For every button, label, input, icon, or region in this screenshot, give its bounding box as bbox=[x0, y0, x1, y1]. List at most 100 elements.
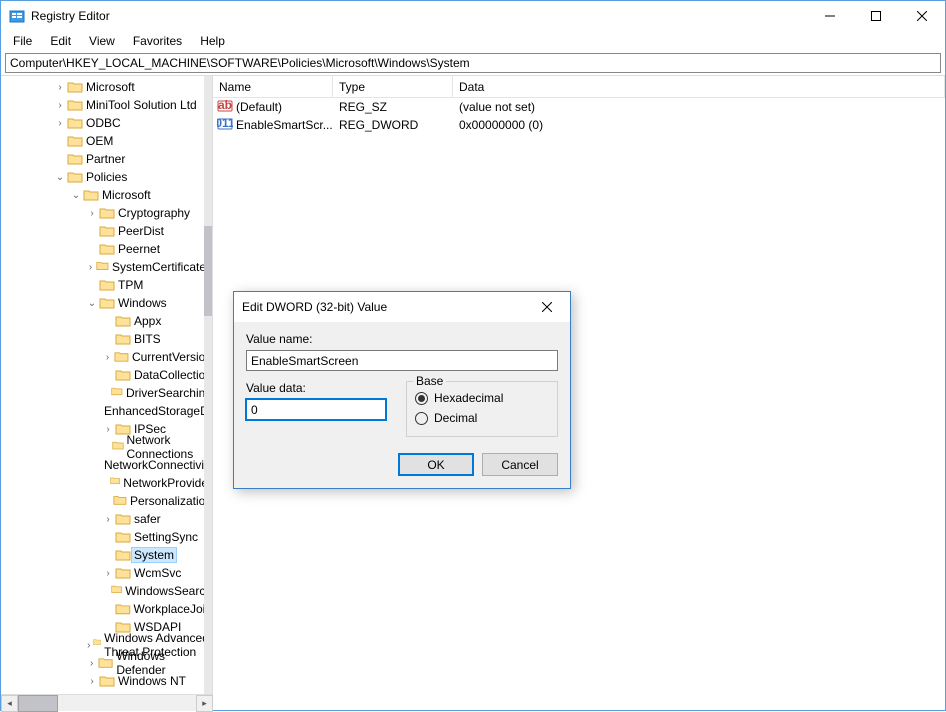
close-button[interactable] bbox=[899, 1, 945, 31]
value-row[interactable]: 011EnableSmartScr...REG_DWORD0x00000000 … bbox=[213, 116, 945, 134]
maximize-button[interactable] bbox=[853, 1, 899, 31]
radio-hexadecimal[interactable]: Hexadecimal bbox=[415, 388, 549, 408]
horizontal-scrollbar[interactable]: ◂ ▸ bbox=[1, 694, 213, 711]
tree-item[interactable]: OEM bbox=[1, 132, 212, 150]
tree-pane[interactable]: ›Microsoft›MiniTool Solution Ltd›ODBCOEM… bbox=[1, 76, 213, 694]
tree-item[interactable]: Personalization bbox=[1, 492, 212, 510]
menu-help[interactable]: Help bbox=[192, 32, 233, 50]
tree-scrollbar[interactable] bbox=[204, 76, 212, 694]
tree-item[interactable]: ›Microsoft bbox=[1, 78, 212, 96]
tree-item[interactable]: PeerDist bbox=[1, 222, 212, 240]
col-type-header[interactable]: Type bbox=[333, 76, 453, 97]
folder-icon bbox=[99, 296, 115, 310]
tree-item[interactable]: Appx bbox=[1, 312, 212, 330]
tree-item[interactable]: Partner bbox=[1, 150, 212, 168]
value-data: (value not set) bbox=[453, 100, 945, 114]
folder-icon bbox=[115, 368, 131, 382]
tree-expand-icon[interactable]: › bbox=[53, 82, 67, 93]
menu-view[interactable]: View bbox=[81, 32, 123, 50]
tree-expand-icon[interactable]: › bbox=[85, 658, 98, 669]
tree-item[interactable]: ›Cryptography bbox=[1, 204, 212, 222]
folder-icon bbox=[115, 512, 131, 526]
tree-item[interactable]: BITS bbox=[1, 330, 212, 348]
folder-icon bbox=[67, 116, 83, 130]
tree-item[interactable]: SettingSync bbox=[1, 528, 212, 546]
menu-edit[interactable]: Edit bbox=[42, 32, 79, 50]
tree-item[interactable]: ›safer bbox=[1, 510, 212, 528]
tree-item[interactable]: WindowsSearch bbox=[1, 582, 212, 600]
address-bar[interactable]: Computer\HKEY_LOCAL_MACHINE\SOFTWARE\Pol… bbox=[5, 53, 941, 73]
folder-icon bbox=[115, 530, 131, 544]
tree-expand-icon[interactable]: › bbox=[53, 118, 67, 129]
tree-item[interactable]: System bbox=[1, 546, 212, 564]
tree-item[interactable]: NetworkConnectivityStatusIndicator bbox=[1, 456, 212, 474]
tree-scrollbar-thumb[interactable] bbox=[204, 226, 212, 316]
radio-hex-label: Hexadecimal bbox=[434, 391, 503, 405]
folder-icon bbox=[110, 476, 120, 490]
tree-expand-icon[interactable]: › bbox=[85, 262, 96, 273]
folder-icon bbox=[112, 440, 124, 454]
dialog-close-button[interactable] bbox=[532, 292, 562, 322]
tree-expand-icon[interactable]: ⌄ bbox=[53, 172, 67, 183]
cancel-button[interactable]: Cancel bbox=[482, 453, 558, 476]
value-name-input[interactable] bbox=[246, 350, 558, 371]
tree-item[interactable]: ›CurrentVersion bbox=[1, 348, 212, 366]
hscroll-thumb[interactable] bbox=[18, 695, 58, 712]
col-data-header[interactable]: Data bbox=[453, 76, 945, 97]
tree-item[interactable]: EnhancedStorageDevices bbox=[1, 402, 212, 420]
tree-item[interactable]: NetworkProvider bbox=[1, 474, 212, 492]
value-type: REG_DWORD bbox=[333, 118, 453, 132]
folder-icon bbox=[99, 206, 115, 220]
tree-expand-icon[interactable]: ⌄ bbox=[85, 298, 99, 309]
tree-expand-icon[interactable]: › bbox=[101, 568, 115, 579]
tree-item[interactable]: ›Windows NT bbox=[1, 672, 212, 690]
folder-icon bbox=[96, 260, 109, 274]
svg-text:011: 011 bbox=[217, 117, 233, 130]
scroll-right-button[interactable]: ▸ bbox=[196, 695, 213, 712]
tree-expand-icon[interactable]: › bbox=[101, 352, 114, 363]
tree-item[interactable]: DriverSearching bbox=[1, 384, 212, 402]
tree-expand-icon[interactable]: › bbox=[101, 514, 115, 525]
tree-expand-icon[interactable]: › bbox=[85, 640, 93, 651]
folder-icon bbox=[115, 602, 131, 616]
tree-expand-icon[interactable]: › bbox=[85, 676, 99, 687]
tree-item[interactable]: ›ODBC bbox=[1, 114, 212, 132]
tree-item[interactable]: ⌄Microsoft bbox=[1, 186, 212, 204]
tree-item[interactable]: TPM bbox=[1, 276, 212, 294]
value-data-input[interactable] bbox=[246, 399, 386, 420]
tree-expand-icon[interactable]: ⌄ bbox=[69, 190, 83, 201]
col-name-header[interactable]: Name bbox=[213, 76, 333, 97]
tree-item[interactable]: ⌄Policies bbox=[1, 168, 212, 186]
tree-item[interactable]: ›SystemCertificates bbox=[1, 258, 212, 276]
ok-button[interactable]: OK bbox=[398, 453, 474, 476]
tree-item[interactable]: ›MiniTool Solution Ltd bbox=[1, 96, 212, 114]
tree-item[interactable]: ›WcmSvc bbox=[1, 564, 212, 582]
tree-item[interactable]: ⌄Windows bbox=[1, 294, 212, 312]
tree-item[interactable]: ›Windows Defender bbox=[1, 654, 212, 672]
tree-item[interactable]: WorkplaceJoin bbox=[1, 600, 212, 618]
menubar: File Edit View Favorites Help bbox=[1, 31, 945, 51]
value-data-label: Value data: bbox=[246, 381, 386, 395]
tree-expand-icon[interactable]: › bbox=[85, 208, 99, 219]
radio-decimal[interactable]: Decimal bbox=[415, 408, 549, 428]
tree-item[interactable]: Peernet bbox=[1, 240, 212, 258]
tree-item[interactable]: DataCollection bbox=[1, 366, 212, 384]
tree-item[interactable]: Network Connections bbox=[1, 438, 212, 456]
tree-expand-icon[interactable]: › bbox=[101, 424, 115, 435]
dialog-titlebar[interactable]: Edit DWORD (32-bit) Value bbox=[234, 292, 570, 322]
folder-icon bbox=[115, 566, 131, 580]
minimize-button[interactable] bbox=[807, 1, 853, 31]
value-type-icon: ab bbox=[217, 99, 233, 116]
value-name-label: Value name: bbox=[246, 332, 558, 346]
value-name: (Default) bbox=[236, 100, 282, 114]
base-label: Base bbox=[413, 374, 446, 388]
folder-icon bbox=[99, 242, 115, 256]
scroll-left-button[interactable]: ◂ bbox=[1, 695, 18, 712]
tree-expand-icon[interactable]: › bbox=[53, 100, 67, 111]
menu-favorites[interactable]: Favorites bbox=[125, 32, 190, 50]
folder-icon bbox=[99, 224, 115, 238]
menu-file[interactable]: File bbox=[5, 32, 40, 50]
titlebar: Registry Editor bbox=[1, 1, 945, 31]
value-row[interactable]: ab(Default)REG_SZ(value not set) bbox=[213, 98, 945, 116]
value-type-icon: 011 bbox=[217, 117, 233, 134]
